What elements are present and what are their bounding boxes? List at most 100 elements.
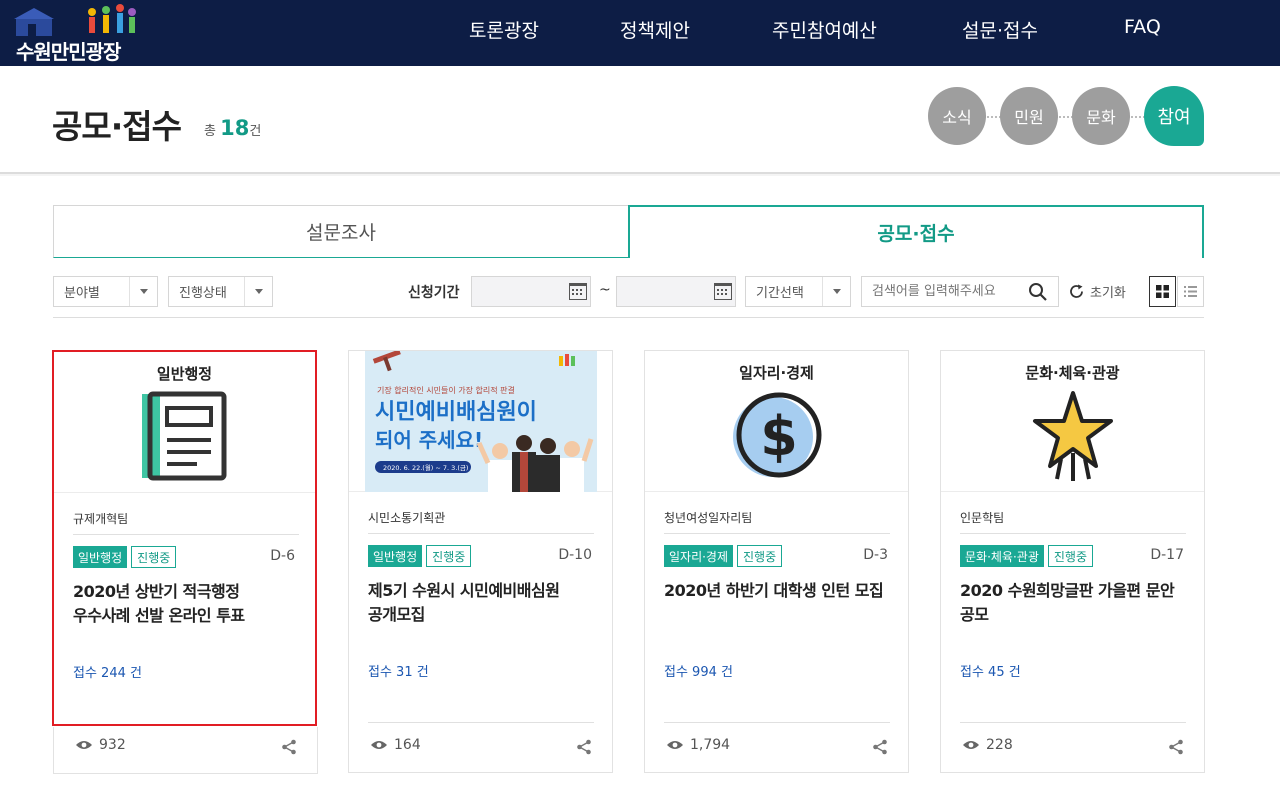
card-badges: 일반행정 진행중 xyxy=(73,546,177,568)
eye-icon xyxy=(667,741,683,749)
tab-contest[interactable]: 공모·접수 xyxy=(628,205,1204,258)
card-title[interactable]: 2020년 상반기 적극행정 우수사례 선발 온라인 투표 xyxy=(73,580,301,628)
grid-view-button[interactable] xyxy=(1149,276,1176,307)
period-select-value: 기간선택 xyxy=(756,286,804,301)
card-badges: 일자리·경제 진행중 xyxy=(664,545,783,567)
chevron-down-icon xyxy=(822,277,850,306)
jury-poster-image: 기장 합리적인 시민들이 가장 합리적 판결 시민예비배심원이 되어 주세요! … xyxy=(365,351,597,492)
reset-label: 초기화 xyxy=(1090,286,1126,301)
nav-item-faq[interactable]: FAQ xyxy=(1124,16,1161,38)
receipt-count: 접수 994 건 xyxy=(664,665,733,680)
card-dept: 인문학팀 xyxy=(960,511,1005,525)
nav-item-budget[interactable]: 주민참여예산 xyxy=(772,16,877,43)
receipt-count: 접수 31 건 xyxy=(368,665,429,680)
card-divider xyxy=(368,533,594,534)
view-count-value: 228 xyxy=(986,737,1013,753)
card-category: 일반행정 xyxy=(156,365,213,383)
category-badge: 일자리·경제 xyxy=(664,545,734,567)
main-content: 설문조사 공모·접수 분야별 진행상태 신청기간 ~ 기간선택 검색어를 입력해… xyxy=(0,176,1280,794)
search-icon[interactable] xyxy=(1028,282,1048,302)
list-icon xyxy=(1184,286,1197,297)
search-input[interactable] xyxy=(872,284,1022,299)
card-thumbnail: 기장 합리적인 시민들이 가장 합리적 판결 시민예비배심원이 되어 주세요! … xyxy=(349,351,612,492)
share-icon[interactable] xyxy=(281,739,297,755)
card-divider xyxy=(73,534,299,535)
refresh-icon xyxy=(1070,284,1083,298)
card-item[interactable]: 문화·체육·관광 인문학팀 문화·체육·관광 진행중 D-17 2020 수원희… xyxy=(940,350,1205,773)
nav-item-survey[interactable]: 설문·접수 xyxy=(962,16,1038,43)
card-item[interactable]: 일자리·경제 $ 청년여성일자리팀 일자리·경제 진행중 D-3 2020년 하… xyxy=(644,350,909,773)
card-badges: 일반행정 진행중 xyxy=(368,545,472,567)
card-category: 일자리·경제 xyxy=(739,364,814,382)
card-dept: 규제개혁팀 xyxy=(73,512,129,526)
status-badge: 진행중 xyxy=(131,546,177,568)
shooting-star-icon xyxy=(1032,391,1113,481)
card-highlighted[interactable]: 일반행정 규제개혁팀 일반행정 진행중 D-6 2020년 상반기 적극행정 우… xyxy=(52,350,317,726)
eye-icon xyxy=(963,741,979,749)
eye-icon xyxy=(76,741,92,749)
card-thumbnail: 일자리·경제 $ xyxy=(645,351,908,492)
card-divider xyxy=(664,722,890,723)
category-badge: 일반행정 xyxy=(368,545,423,567)
tab-survey[interactable]: 설문조사 xyxy=(53,205,629,258)
field-select[interactable]: 분야별 xyxy=(53,276,158,307)
step-participate[interactable]: 참여 xyxy=(1144,86,1204,146)
card-item[interactable]: 기장 합리적인 시민들이 가장 합리적 판결 시민예비배심원이 되어 주세요! … xyxy=(348,350,613,773)
field-select-value: 분야별 xyxy=(64,286,100,301)
start-date-input[interactable] xyxy=(471,276,591,307)
view-count: 228 xyxy=(962,737,1013,753)
receipt-count: 접수 244 건 xyxy=(73,666,142,681)
category-badge: 문화·체육·관광 xyxy=(960,545,1044,567)
card-divider xyxy=(960,533,1186,534)
top-navigation: 수원만민광장 토론광장 정책제안 주민참여예산 설문·접수 FAQ xyxy=(0,0,1280,66)
filter-bar: 분야별 진행상태 신청기간 ~ 기간선택 검색어를 입력해주세요 초기화 xyxy=(53,276,1204,308)
end-date-input[interactable] xyxy=(616,276,736,307)
calendar-icon[interactable] xyxy=(714,283,732,300)
dday-label: D-6 xyxy=(270,548,295,564)
status-select[interactable]: 진행상태 xyxy=(168,276,273,307)
period-tilde: ~ xyxy=(599,282,611,298)
card-title[interactable]: 제5기 수원시 시민예비배심원 공개모집 xyxy=(368,579,596,627)
count-prefix: 총 xyxy=(204,124,216,139)
calendar-icon[interactable] xyxy=(569,283,587,300)
chevron-down-icon xyxy=(244,277,272,306)
category-badge: 일반행정 xyxy=(73,546,128,568)
view-count: 932 xyxy=(75,737,126,753)
step-culture[interactable]: 문화 xyxy=(1072,87,1130,145)
card-title[interactable]: 2020 수원희망글판 가을편 문안 공모 xyxy=(960,579,1188,627)
share-icon[interactable] xyxy=(872,739,888,755)
share-icon[interactable] xyxy=(576,739,592,755)
site-logo[interactable]: 수원만민광장 xyxy=(14,2,144,64)
period-select[interactable]: 기간선택 xyxy=(745,276,851,307)
nav-item-policy[interactable]: 정책제안 xyxy=(620,16,690,43)
newspaper-icon xyxy=(141,391,226,481)
card-dept: 청년여성일자리팀 xyxy=(664,511,753,525)
count-suffix: 건 xyxy=(249,124,262,139)
status-badge: 진행중 xyxy=(1047,545,1093,567)
logo-text: 수원만민광장 xyxy=(16,40,121,64)
svg-text:$: $ xyxy=(760,405,798,468)
status-select-value: 진행상태 xyxy=(179,286,227,301)
view-count-value: 932 xyxy=(99,737,126,753)
list-view-button[interactable] xyxy=(1177,276,1204,307)
total-count: 총 18건 xyxy=(204,116,261,140)
card-title[interactable]: 2020년 하반기 대학생 인턴 모집 xyxy=(664,579,892,603)
search-box xyxy=(861,276,1059,307)
share-icon[interactable] xyxy=(1168,739,1184,755)
step-civil[interactable]: 민원 xyxy=(1000,87,1058,145)
card-category: 문화·체육·관광 xyxy=(1025,364,1120,382)
view-count: 1,794 xyxy=(666,737,730,753)
filter-divider xyxy=(53,317,1204,318)
page-header: 공모·접수 총 18건 소식 민원 문화 참여 xyxy=(0,66,1280,174)
view-count-value: 1,794 xyxy=(690,737,731,753)
card-badges: 문화·체육·관광 진행중 xyxy=(960,545,1093,567)
card-thumbnail: 일반행정 xyxy=(54,352,315,493)
eye-icon xyxy=(371,741,387,749)
view-count: 164 xyxy=(370,737,421,753)
reset-button[interactable]: 초기화 xyxy=(1068,282,1126,301)
period-label: 신청기간 xyxy=(408,285,460,301)
card-footer-area: 932 xyxy=(53,727,318,774)
nav-item-debate[interactable]: 토론광장 xyxy=(469,16,539,43)
step-news[interactable]: 소식 xyxy=(928,87,986,145)
card-dept: 시민소통기획관 xyxy=(368,511,446,525)
